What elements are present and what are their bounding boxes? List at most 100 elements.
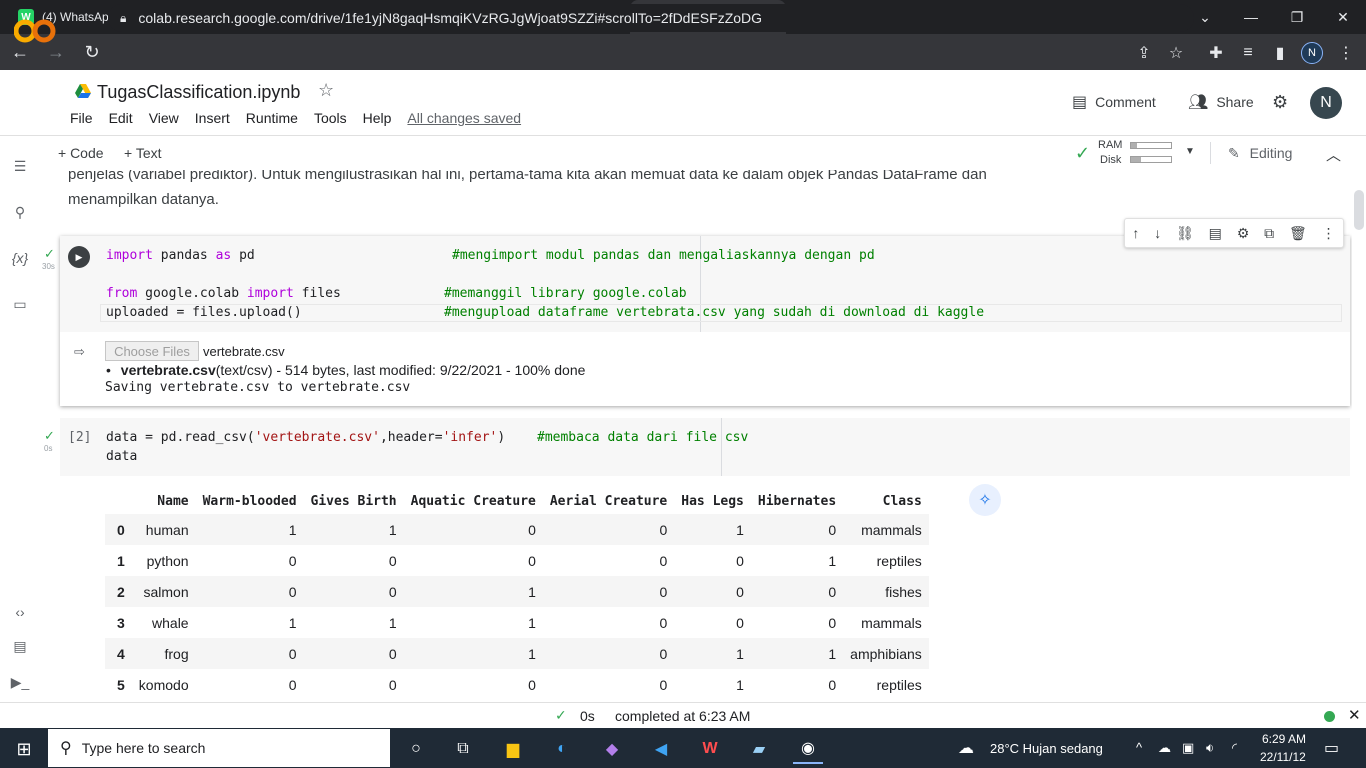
cloud-icon[interactable]: ☁ [1158,740,1171,756]
collapse-header-icon[interactable]: ︿ [1326,144,1341,165]
toolbar-divider [1210,142,1211,164]
terminal-icon[interactable]: ▶_ [10,672,30,692]
edge-browser-icon[interactable]: ◐ [547,734,577,764]
menu-help[interactable]: Help [363,110,392,126]
command-palette-icon[interactable]: ▤ [10,636,30,656]
column-header: Has Legs [681,493,744,509]
colab-logo[interactable] [14,16,56,46]
table-cell: 0 [736,614,744,631]
code-cell-read-csv[interactable]: [2] data = pd.read_csv('vertebrate.csv',… [60,418,1350,476]
code-editor[interactable]: ▶ import pandas as pd #mengimport modul … [60,236,1350,332]
table-cell: mammals [861,521,922,538]
settings-gear-icon[interactable]: ⚙ [1272,92,1288,113]
notebook-scrollbar[interactable] [1354,190,1364,230]
network-icon[interactable]: ▣ [1182,740,1194,756]
minimize-button[interactable]: — [1228,0,1274,34]
row-index: 4 [117,645,125,662]
table-of-contents-icon[interactable]: ☰ [10,156,30,176]
menu-view[interactable]: View [149,110,179,126]
media-control-icon[interactable]: ≡ [1236,41,1260,65]
vscode-icon[interactable]: ◀ [646,734,676,764]
cell-success-check-icon: ✓ [44,246,55,261]
browser-profile-avatar[interactable]: N [1301,42,1323,64]
chrome-taskbar-icon[interactable]: ◉ [793,734,823,764]
link-to-cell-icon[interactable]: ⛓ [1176,225,1194,242]
move-cell-down-icon[interactable]: ↓ [1154,225,1161,241]
more-actions-icon[interactable]: ⋮ [1322,225,1336,242]
table-cell: 0 [659,583,668,600]
share-button[interactable]: 👥︎ Share [1188,92,1254,112]
code-cell-upload[interactable]: ▶ import pandas as pd #mengimport modul … [60,236,1350,406]
mirror-cell-icon[interactable]: ⧉ [1264,225,1274,242]
upload-result-item: • vertebrate.csv(text/csv) - 514 bytes, … [106,362,586,378]
extensions-icon[interactable]: ✚ [1204,41,1228,65]
column-header [105,488,132,514]
maximize-button[interactable]: ❐ [1274,0,1320,34]
row-index: 1 [117,552,125,569]
comment-label: Comment [1095,94,1156,110]
variables-icon[interactable]: {x} [10,248,30,268]
table-cell: 0 [528,552,536,569]
add-comment-icon[interactable]: ▤ [1209,225,1222,242]
google-drive-icon[interactable] [75,84,91,98]
user-avatar[interactable]: N [1310,87,1342,119]
files-folder-icon[interactable]: ▭ [10,294,30,314]
add-code-cell-button[interactable]: + Code [58,145,104,161]
run-cell-button[interactable]: ▶ [68,246,90,268]
visual-studio-icon[interactable]: ◆ [597,734,627,764]
code-line: uploaded = files.upload() [106,305,302,320]
browser-menu-icon[interactable]: ⋮ [1334,41,1358,65]
menu-file[interactable]: File [70,110,93,126]
taskbar-search[interactable]: ⚲ Type here to search [48,729,390,767]
cortana-icon[interactable]: ○ [401,734,431,764]
star-notebook-icon[interactable]: ☆ [318,80,334,101]
wps-office-icon[interactable]: W [695,734,725,764]
menu-tools[interactable]: Tools [314,110,347,126]
notebook-filename[interactable]: TugasClassification.ipynb [97,82,300,103]
url-text: colab.research.google.com/drive/1fe1yjN8… [138,10,763,26]
delete-cell-icon[interactable]: 🗑︎ [1289,225,1307,242]
comment-button[interactable]: ▤ Comment [1072,92,1156,112]
people-icon: 👥︎ [1188,94,1209,111]
bookmark-star-icon[interactable]: ☆ [1164,41,1188,65]
show-hidden-icons[interactable]: ^ [1136,740,1142,755]
table-cell: 1 [736,521,744,538]
cell-exec-time: 0s [44,444,53,453]
suggest-charts-wand-icon[interactable]: ✧ [969,484,1001,516]
code-snippets-icon[interactable]: ‹› [10,602,30,622]
notifications-icon[interactable]: ▭ [1324,738,1339,758]
notepad-icon[interactable]: ▰ [744,734,774,764]
search-icon[interactable]: ⚲ [10,202,30,222]
weather-text[interactable]: 28°C Hujan sedang [990,741,1103,756]
add-text-cell-button[interactable]: + Text [124,145,162,161]
editing-mode-button[interactable]: ✎ Editing [1228,145,1292,162]
upload-file-name: vertebrate.csv [120,362,216,378]
url-bar[interactable]: 🔒︎ colab.research.google.com/drive/1fe1y… [108,4,1194,32]
side-panel-icon[interactable]: ▮ [1268,41,1292,65]
dataframe-table: Name Warm-blooded Gives Birth Aquatic Creat… [105,488,929,700]
clock-date[interactable]: 22/11/12 [1260,750,1306,764]
table-cell: 0 [528,521,536,538]
column-header: Aerial Creature [549,493,668,509]
volume-icon[interactable]: 🔉︎ [1206,740,1214,756]
menu-runtime[interactable]: Runtime [246,110,298,126]
close-status-icon[interactable]: ✕ [1348,706,1361,724]
runtime-dropdown-icon[interactable]: ▼ [1185,146,1195,157]
file-explorer-icon[interactable]: ▆ [498,734,528,764]
save-status-link[interactable]: All changes saved [407,110,521,126]
move-cell-up-icon[interactable]: ↑ [1132,225,1139,241]
weather-icon: ☁ [958,740,974,757]
task-view-icon[interactable]: ⧉ [448,734,478,764]
disk-usage-bar[interactable] [1130,156,1172,163]
close-window-button[interactable]: ✕ [1320,0,1366,34]
reload-button[interactable]: ↻ [76,36,108,68]
cell-settings-icon[interactable]: ⚙ [1237,225,1250,242]
menu-edit[interactable]: Edit [109,110,133,126]
ram-usage-bar[interactable] [1130,142,1172,149]
wifi-icon[interactable]: ◜ [1232,740,1237,756]
menu-insert[interactable]: Insert [195,110,230,126]
windows-start-icon[interactable]: ⊞ [9,734,39,764]
clock-time[interactable]: 6:29 AM [1262,732,1306,746]
share-page-icon[interactable]: ⇪ [1132,41,1156,65]
choose-files-button[interactable]: Choose Files [105,341,199,361]
